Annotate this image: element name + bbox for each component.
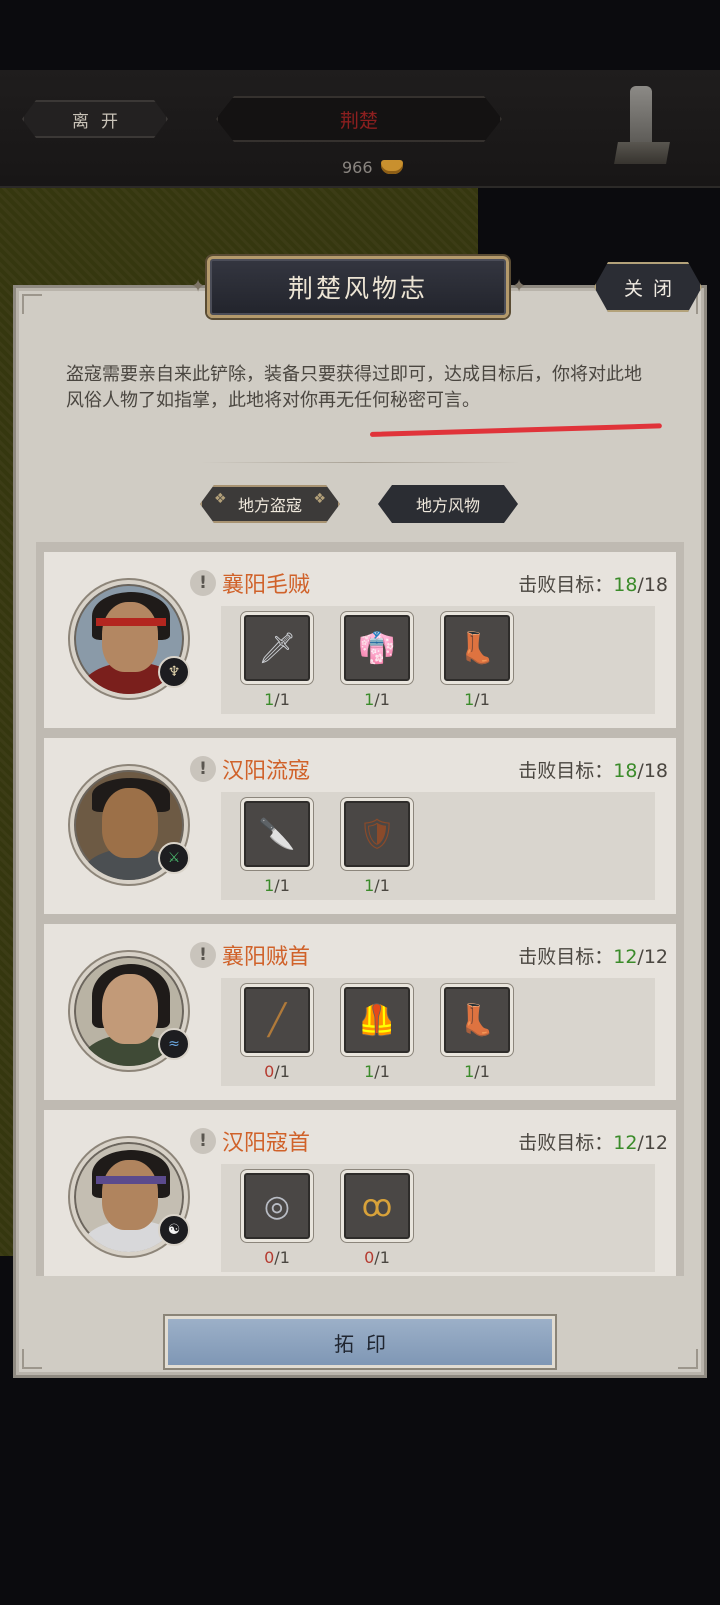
equipment-slot[interactable]: 👢 1/1 — [441, 612, 513, 709]
equipment-row: ◎ 0/1 ꝏ 0/1 — [221, 1164, 655, 1272]
info-exclamation-icon[interactable]: ! — [190, 1128, 216, 1154]
item-count: 1/1 — [364, 690, 390, 709]
enemy-card[interactable]: ⚔ ! 汉阳流寇 击败目标：18/18 🔪 1/1 🛡 1/1 — [44, 738, 676, 914]
item-count: 1/1 — [364, 1062, 390, 1081]
dialog-title: 荆楚风物志 — [207, 256, 509, 318]
equipment-slot[interactable]: 🗡 1/1 — [241, 612, 313, 709]
enemy-name: 汉阳寇首 — [222, 1131, 311, 1156]
enemy-name: 汉阳流寇 — [222, 759, 311, 784]
corner-ornament — [22, 294, 42, 314]
enemy-card[interactable]: ≈ ! 襄阳贼首 击败目标：12/12 ╱ 0/1 🦺 1/1 👢 1/1 — [44, 924, 676, 1100]
equipment-slot[interactable]: 🛡 1/1 — [341, 798, 413, 895]
boots-icon: 👢 — [441, 612, 513, 684]
tab-label: 地方风物 — [415, 496, 480, 515]
info-exclamation-icon[interactable]: ! — [190, 942, 216, 968]
equipment-row: 🔪 1/1 🛡 1/1 — [221, 792, 655, 900]
boots-icon: 👢 — [441, 984, 513, 1056]
equipment-slot[interactable]: 🦺 1/1 — [341, 984, 413, 1081]
defeat-progress: 击败目标：12/12 — [518, 1132, 668, 1154]
corner-ornament — [678, 1349, 698, 1369]
corner-ornament — [22, 1349, 42, 1369]
defeat-progress: 击败目标：18/18 — [518, 760, 668, 782]
equipment-slot[interactable]: ╱ 0/1 — [241, 984, 313, 1081]
item-count: 0/1 — [264, 1248, 290, 1267]
curved-blade-icon: 🔪 — [241, 798, 313, 870]
enemy-name: 襄阳贼首 — [222, 945, 311, 970]
stele-slab — [630, 86, 652, 146]
item-count: 1/1 — [464, 1062, 490, 1081]
item-count: 1/1 — [364, 876, 390, 895]
tab-local-bandits[interactable]: ❖ 地方盗寇 ❖ — [200, 485, 340, 523]
enemy-card[interactable]: ♆ ! 襄阳毛贼 击败目标：18/18 🗡 1/1 👘 1/1 👢 1/1 — [44, 552, 676, 728]
region-name-plate: 荆楚 — [216, 96, 502, 142]
info-exclamation-icon[interactable]: ! — [190, 756, 216, 782]
stone-stele-icon[interactable] — [614, 86, 672, 168]
info-exclamation-icon[interactable]: ! — [190, 570, 216, 596]
blue-wave-icon: ≈ — [158, 1028, 190, 1060]
item-count: 1/1 — [264, 690, 290, 709]
item-count: 1/1 — [464, 690, 490, 709]
defeat-progress: 击败目标：12/12 — [518, 946, 668, 968]
chain-armor-icon: 🦺 — [341, 984, 413, 1056]
tab-label: 地方盗寇 — [237, 496, 302, 515]
enemy-name: 襄阳毛贼 — [222, 573, 311, 598]
title-flourish-right-icon: ✦ — [511, 275, 527, 297]
leave-button[interactable]: 离开 — [22, 100, 168, 138]
currency-amount: 966 — [342, 157, 373, 177]
red-robe-icon: 👘 — [341, 612, 413, 684]
gold-ingot-icon — [380, 160, 403, 174]
tab-ornament-icon: ❖ — [214, 491, 227, 507]
currency-display: 966 — [342, 155, 403, 179]
leather-bracer-icon: 🛡 — [341, 798, 413, 870]
equipment-slot[interactable]: 👘 1/1 — [341, 612, 413, 709]
horned-helm-icon: ♆ — [158, 656, 190, 688]
sword-icon: 🗡 — [241, 612, 313, 684]
description-text: 盗寇需要亲自来此铲除，装备只要获得过即可，达成目标后，你将对此地风俗人物了如指掌… — [66, 364, 642, 411]
equipment-row: ╱ 0/1 🦺 1/1 👢 1/1 — [221, 978, 655, 1086]
belt-icon: ◎ — [241, 1170, 313, 1242]
close-button[interactable]: 关闭 — [594, 262, 702, 312]
equipment-slot[interactable]: ◎ 0/1 — [241, 1170, 313, 1267]
equipment-slot[interactable]: 👢 1/1 — [441, 984, 513, 1081]
enemy-list[interactable]: ♆ ! 襄阳毛贼 击败目标：18/18 🗡 1/1 👘 1/1 👢 1/1 ⚔ — [36, 542, 684, 1276]
stamp-button[interactable]: 拓印 — [165, 1316, 555, 1368]
enemy-card[interactable]: ☯ ! 汉阳寇首 击败目标：12/12 ◎ 0/1 ꝏ 0/1 — [44, 1110, 676, 1276]
item-count: 0/1 — [364, 1248, 390, 1267]
item-count: 0/1 — [264, 1062, 290, 1081]
defeat-progress: 击败目标：18/18 — [518, 574, 668, 596]
divider — [200, 462, 520, 463]
item-count: 1/1 — [264, 876, 290, 895]
staff-icon: ╱ — [241, 984, 313, 1056]
equipment-slot[interactable]: ꝏ 0/1 — [341, 1170, 413, 1267]
yin-yang-icon: ☯ — [158, 1214, 190, 1246]
equipment-slot[interactable]: 🔪 1/1 — [241, 798, 313, 895]
pendant-icon: ꝏ — [341, 1170, 413, 1242]
stele-base — [614, 142, 670, 164]
tab-local-customs[interactable]: 地方风物 — [378, 485, 518, 523]
tab-ornament-icon: ❖ — [313, 491, 326, 507]
equipment-row: 🗡 1/1 👘 1/1 👢 1/1 — [221, 606, 655, 714]
green-claw-icon: ⚔ — [158, 842, 190, 874]
